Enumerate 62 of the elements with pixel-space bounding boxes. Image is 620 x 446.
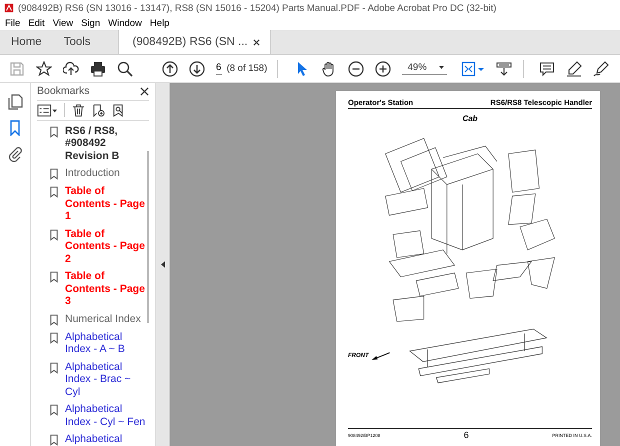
zoom-search-icon[interactable] [117,60,133,76]
menu-item[interactable]: Window [108,18,142,28]
close-icon[interactable] [252,38,260,46]
pages-icon[interactable] [7,94,23,110]
bookmark-icon [50,434,58,446]
menu-item[interactable]: Sign [81,18,100,28]
page-up-icon[interactable] [162,60,178,76]
close-icon[interactable] [140,86,149,96]
options-dropdown-icon[interactable] [37,104,57,117]
bookmark-icon [50,228,58,240]
front-arrow [370,350,391,360]
page-down-icon[interactable] [188,60,205,76]
menu-item[interactable]: Edit [28,18,45,28]
caret-icon[interactable] [438,66,444,69]
window-title: (908492B) RS6 (SN 13016 - 13147), RS8 (SN 15016 - 15204) Parts Manual.PDF - Adobe Acrobat Pro DC (32-bit) [18,2,496,14]
bookmark-icon [50,168,58,180]
zoom-dropdown[interactable]: 49% [402,62,447,75]
page-fit-icon[interactable] [460,60,485,76]
page-count: (8 of 158) [226,63,268,74]
bookmark-icon [50,332,58,344]
highlight-pen-icon[interactable] [566,60,582,76]
bookmark-search-icon[interactable] [112,104,125,117]
scroll-mode-icon[interactable] [496,60,512,76]
star-icon[interactable] [36,60,52,76]
page-number-field[interactable]: 6 [216,62,222,75]
comment-icon[interactable] [539,60,556,76]
tab[interactable]: (908492B) RS6 (SN ... [118,30,271,54]
cloud-upload-icon[interactable] [63,60,79,76]
tab[interactable]: Tools [52,30,102,54]
menu-item[interactable]: View [52,18,74,28]
bookmark-icon [50,271,58,283]
bookmark-item[interactable]: Alphabetical Index - Cyl ~ Fen [65,403,147,428]
pdf-icon [4,3,14,13]
bookmark-icon [50,126,58,138]
zoom-out-icon[interactable] [348,60,364,76]
panel-title: Bookmarks [37,85,90,98]
page-number: 6 [464,430,469,440]
bookmark-icon [50,314,58,326]
bookmark-item[interactable]: Numerical Index [65,312,141,325]
bookmark-item[interactable]: Alphabetical Index - Brac ~ Cyl [65,360,147,398]
bookmark-item[interactable]: Alphabetical Index - A ~ B [65,330,147,356]
figure-title: Cab [461,114,479,123]
trash-icon[interactable] [72,104,85,117]
bookmark-item[interactable]: Table of Contents - Page 1 [65,185,147,222]
menu-item[interactable]: Help [150,18,170,28]
bookmark-item[interactable]: RS6 / RS8, #908492 Revision B [65,124,147,162]
bookmark-item[interactable]: Introduction [65,167,120,180]
signature-icon[interactable] [593,60,610,76]
print-icon[interactable] [90,60,106,76]
attachment-icon[interactable] [7,146,23,162]
scrollbar[interactable] [147,151,149,323]
tab[interactable]: Home [0,30,53,54]
menu-item[interactable]: File [5,18,20,28]
zoom-in-icon[interactable] [374,60,391,76]
bookmark-icon [50,362,58,374]
add-bookmark-icon[interactable] [92,104,105,117]
panel-collapse-handle[interactable] [156,83,170,446]
bookmark-item[interactable]: Alphabetical [65,433,122,446]
bookmark-icon [50,404,58,416]
bookmark-icon [50,186,58,198]
bookmark-item[interactable]: Table of Contents - Page 2 [65,228,147,265]
bookmark-item[interactable]: Table of Contents - Page 3 [65,270,147,308]
